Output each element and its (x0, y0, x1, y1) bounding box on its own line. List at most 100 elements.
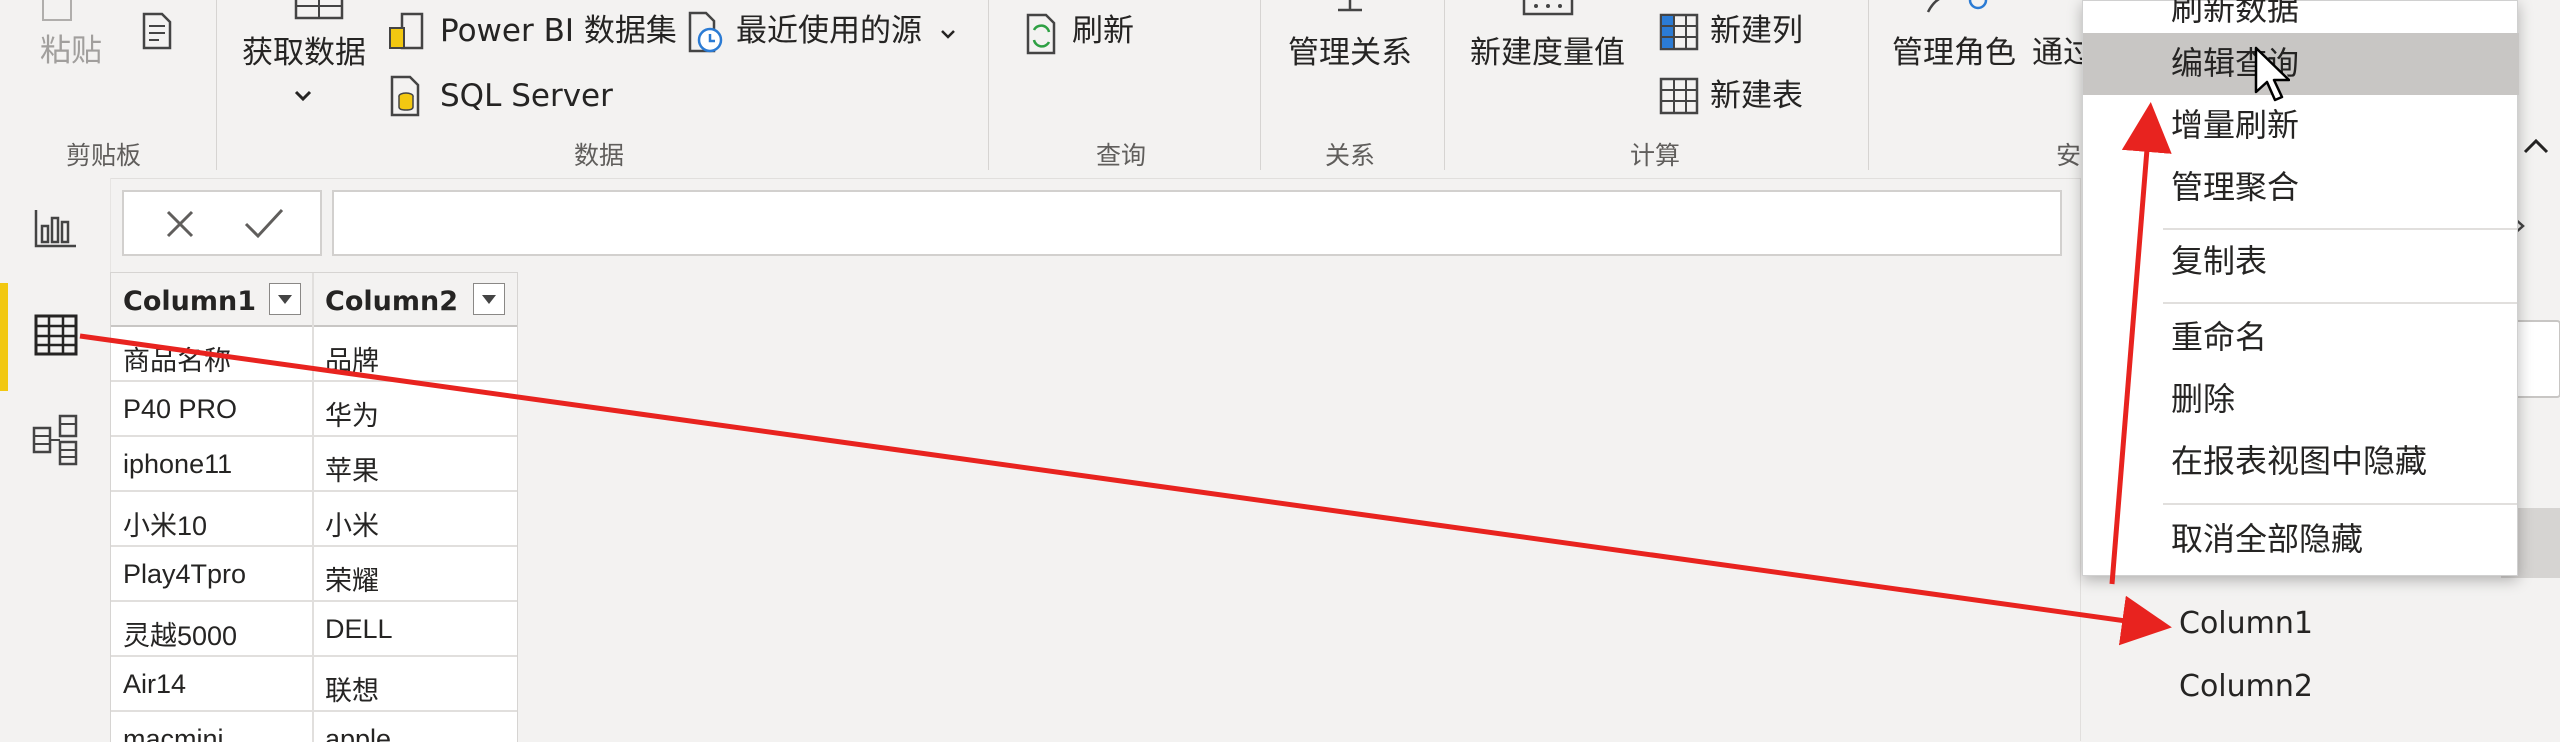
refresh-icon[interactable] (1022, 12, 1062, 56)
paste-button[interactable]: 粘贴 (40, 36, 102, 67)
table-cell: P40 PRO (123, 394, 238, 424)
column-header[interactable]: Column2 (313, 273, 517, 327)
table-row[interactable]: 商品名称 品牌 (111, 327, 517, 382)
manage-relationships-icon (1328, 0, 1372, 14)
recent-sources-button[interactable]: 最近使用的源 (736, 16, 922, 47)
menu-item-label: 重命名 (2171, 318, 2268, 356)
manage-roles-button[interactable]: 管理角色 (1892, 38, 2016, 69)
menu-item-edit-query[interactable]: 编辑查询 (2083, 33, 2519, 95)
get-data-button[interactable]: 获取数据 (242, 38, 366, 69)
model-view-icon[interactable] (28, 412, 84, 468)
column-header-label: Column1 (123, 286, 256, 317)
table-cell: 联想 (325, 676, 379, 706)
copy-icon[interactable] (138, 10, 178, 54)
security-group-title: 安 (2056, 141, 2082, 170)
cancel-icon[interactable] (162, 206, 198, 242)
powerbi-dataset-icon (386, 12, 426, 52)
table-cell: 小米10 (123, 511, 208, 541)
context-menu: 刷新数据 编辑查询 增量刷新 管理聚合 复制表 重命名 删除 在报表视图中隐藏 … (2082, 0, 2519, 576)
sql-server-button[interactable]: SQL Server (440, 81, 613, 112)
mouse-cursor-icon (2254, 46, 2291, 104)
table-cell: Play4Tpro (123, 559, 247, 589)
table-cell: Air14 (123, 669, 187, 699)
formula-input[interactable] (332, 190, 2062, 256)
data-group-title: 数据 (574, 141, 625, 170)
column-header-label: Column2 (325, 286, 458, 317)
active-view-indicator (0, 283, 8, 391)
new-measure-icon (1520, 0, 1576, 16)
formula-bar-buttons (122, 190, 322, 256)
group-separator (988, 0, 989, 170)
menu-item-incremental-refresh[interactable]: 增量刷新 (2083, 95, 2519, 157)
table-cell: iphone11 (123, 449, 233, 479)
table-row[interactable]: Air14 联想 (111, 657, 517, 712)
group-separator (1260, 0, 1261, 170)
manage-relationships-button[interactable]: 管理关系 (1288, 38, 1412, 69)
table-row[interactable]: P40 PRO 华为 (111, 382, 517, 437)
chevron-down-icon[interactable] (940, 26, 956, 39)
field-item[interactable]: Column1 (2179, 606, 2313, 641)
table-cell: 荣耀 (325, 566, 379, 596)
new-table-button[interactable]: 新建表 (1710, 81, 1803, 112)
field-item[interactable]: Column2 (2179, 669, 2313, 704)
clipboard-group-title: 剪贴板 (66, 141, 142, 170)
report-view-icon[interactable] (28, 200, 84, 256)
group-separator (1868, 0, 1869, 170)
menu-separator (2163, 503, 2517, 505)
table-cell: 苹果 (325, 456, 379, 486)
chevron-down-icon[interactable] (294, 88, 312, 102)
table-row[interactable]: Play4Tpro 荣耀 (111, 547, 517, 602)
menu-separator (2163, 228, 2517, 230)
recent-sources-icon (684, 10, 726, 54)
table-cell: macmini (123, 724, 224, 742)
menu-item-manage-aggregations[interactable]: 管理聚合 (2083, 157, 2519, 219)
relationships-group-title: 关系 (1325, 141, 1376, 170)
column-header[interactable]: Column1 (111, 273, 313, 327)
menu-item-label: 删除 (2171, 380, 2236, 418)
new-table-icon (1658, 76, 1700, 116)
table-cell: 品牌 (325, 346, 379, 376)
menu-item-rename[interactable]: 重命名 (2083, 307, 2519, 369)
menu-item-unhide-all[interactable]: 取消全部隐藏 (2083, 509, 2519, 571)
menu-item-label: 增量刷新 (2171, 106, 2300, 144)
filter-dropdown-icon[interactable] (473, 283, 505, 315)
query-group-title: 查询 (1096, 141, 1147, 170)
menu-item-delete[interactable]: 删除 (2083, 369, 2519, 431)
refresh-button[interactable]: 刷新 (1072, 16, 1134, 47)
data-grid: Column1 Column2 商品名称 品牌 P40 PRO 华为 iphon… (110, 272, 518, 742)
table-row[interactable]: iphone11 苹果 (111, 437, 517, 492)
table-cell: DELL (325, 614, 393, 644)
menu-item-label: 在报表视图中隐藏 (2171, 442, 2428, 480)
menu-item-label: 复制表 (2171, 242, 2268, 280)
calculations-group-title: 计算 (1630, 141, 1681, 170)
new-column-button[interactable]: 新建列 (1710, 16, 1803, 47)
column-divider (312, 273, 314, 742)
view-switcher (0, 178, 111, 741)
filter-dropdown-icon[interactable] (269, 283, 301, 315)
menu-item-label: 刷新数据 (2171, 0, 2300, 28)
new-column-icon (1658, 12, 1700, 52)
table-cell: 商品名称 (123, 346, 231, 376)
powerbi-dataset-button[interactable]: Power BI 数据集 (440, 16, 677, 47)
formula-bar (112, 184, 2062, 260)
menu-separator (2163, 302, 2517, 304)
manage-roles-icon (1920, 0, 2000, 16)
table-cell: apple (325, 724, 392, 742)
data-view-icon[interactable] (28, 308, 84, 364)
new-measure-button[interactable]: 新建度量值 (1470, 38, 1625, 69)
group-separator (1444, 0, 1445, 170)
menu-item-label: 管理聚合 (2171, 168, 2300, 206)
menu-item-hide-in-report-view[interactable]: 在报表视图中隐藏 (2083, 431, 2519, 493)
menu-item-duplicate-table[interactable]: 复制表 (2083, 231, 2519, 293)
table-row[interactable]: 小米10 小米 (111, 492, 517, 547)
commit-icon[interactable] (242, 206, 286, 242)
table-row[interactable]: macmini apple (111, 712, 517, 742)
table-cell: 小米 (325, 511, 379, 541)
table-cell: 华为 (325, 401, 379, 431)
paste-icon[interactable] (40, 0, 74, 24)
get-data-icon[interactable] (292, 0, 352, 22)
table-row[interactable]: 灵越5000 DELL (111, 602, 517, 657)
group-separator (216, 0, 217, 170)
collapse-icon[interactable] (2521, 134, 2551, 158)
menu-item-label: 取消全部隐藏 (2171, 520, 2364, 558)
